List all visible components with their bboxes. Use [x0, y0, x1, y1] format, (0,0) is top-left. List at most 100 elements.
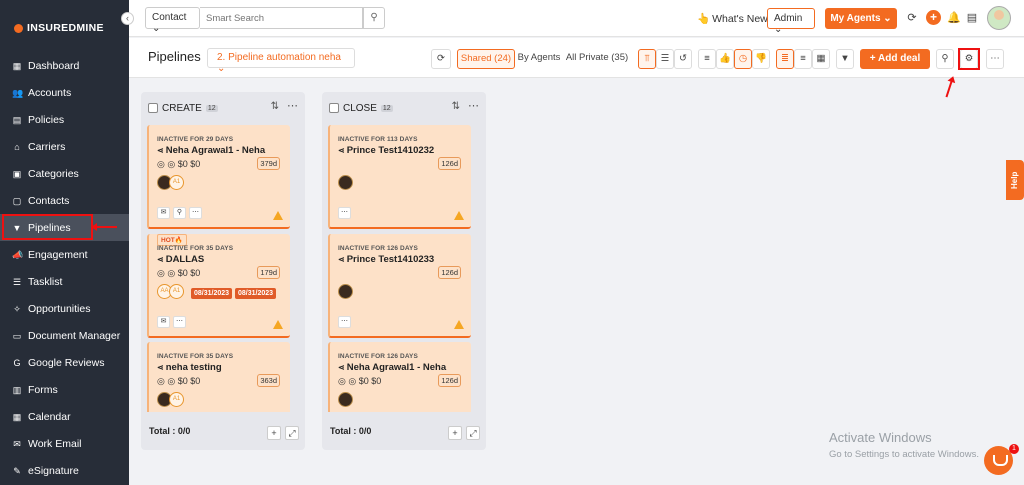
sort-icon[interactable]: ⇅ [271, 101, 279, 112]
avatar[interactable] [987, 6, 1011, 30]
pipeline-column-create: CREATE 12 ⇅ ⋯ INACTIVE FOR 29 DAYS ⋖ Neha… [141, 92, 305, 450]
search-icon[interactable]: ⚲ [363, 7, 385, 29]
more-icon[interactable]: ⋯ [189, 207, 202, 219]
sidebar-item-carriers[interactable]: ⌂ Carriers [0, 133, 129, 160]
sidebar-item-work-email[interactable]: ✉ Work Email [0, 430, 129, 457]
assignee-avatars [338, 392, 353, 407]
share-icon: ⋖ [157, 363, 164, 372]
sidebar: INSUREDMINE ▦ Dashboard 👥 Accounts ▤ Polici… [0, 0, 129, 485]
filter-icon[interactable]: ▼ [836, 49, 854, 69]
sidebar-item-forms[interactable]: ▥ Forms [0, 376, 129, 403]
deal-card[interactable]: INACTIVE FOR 113 DAYS ⋖ Prince Test141023… [328, 125, 471, 229]
search-icon[interactable]: ⚲ [936, 49, 954, 69]
sidebar-item-contacts[interactable]: ▢ Contacts [0, 187, 129, 214]
email-icon[interactable]: ✉ [157, 316, 170, 328]
avatar[interactable] [338, 284, 353, 299]
sidebar-item-calendar[interactable]: ▦ Calendar [0, 403, 129, 430]
location-icon[interactable]: ⚲ [173, 207, 186, 219]
sidebar-nav: ▦ Dashboard 👥 Accounts ▤ Policies ⌂ Carriers… [0, 52, 129, 484]
sidebar-item-document-manager[interactable]: ▭ Document Manager [0, 322, 129, 349]
deal-card[interactable]: INACTIVE FOR 29 DAYS ⋖ Neha Agrawal1 - Ne… [147, 125, 290, 229]
more-icon[interactable]: ⋯ [986, 49, 1004, 69]
calculator-icon[interactable]: ▤ [965, 11, 979, 25]
brand-logo[interactable]: INSUREDMINE [14, 22, 104, 34]
inactive-label: INACTIVE FOR 126 DAYS [338, 245, 418, 252]
column-select-checkbox[interactable] [148, 103, 158, 113]
sidebar-item-dashboard[interactable]: ▦ Dashboard [0, 52, 129, 79]
avatar[interactable] [338, 392, 353, 407]
smart-search-input[interactable] [200, 7, 363, 29]
add-card-icon[interactable]: + [448, 426, 462, 440]
email-icon[interactable]: ✉ [157, 207, 170, 219]
more-icon[interactable]: ⋯ [468, 99, 479, 112]
tab-by-agents[interactable]: By Agents [515, 49, 563, 69]
sidebar-item-policies[interactable]: ▤ Policies [0, 106, 129, 133]
watermark-title: Activate Windows [829, 430, 932, 445]
stack-icon[interactable]: ≡ [698, 49, 716, 69]
deal-name-text: DALLAS [165, 254, 205, 265]
deal-amount-text: $0 $0 [177, 268, 201, 278]
folder-icon: ▭ [12, 330, 22, 341]
deal-card[interactable]: INACTIVE FOR 35 DAYS ⋖ neha testing ◎ ◎ $… [147, 342, 290, 412]
sidebar-item-opportunities[interactable]: ✧ Opportunities [0, 295, 129, 322]
sidebar-item-engagement[interactable]: 📣 Engagement [0, 241, 129, 268]
card-actions: ✉ ⋯ [157, 316, 186, 328]
avatar[interactable] [338, 175, 353, 190]
sync-icon[interactable]: ⟳ [431, 49, 451, 69]
pipeline-view-icon[interactable]: ⫪ [638, 49, 656, 69]
more-icon[interactable]: ⋯ [287, 99, 298, 112]
deal-card[interactable]: HOT🔥 INACTIVE FOR 35 DAYS ⋖ DALLAS ◎ ◎ $0… [147, 234, 290, 338]
search-scope-select[interactable]: Contact ⌄ [145, 7, 200, 34]
pipeline-select[interactable]: 2. Pipeline automation neha ⌄ [207, 48, 355, 74]
email-icon: ✉ [13, 438, 21, 449]
share-icon: ⋖ [157, 146, 164, 155]
avatar[interactable]: A1 [169, 392, 184, 407]
help-tab[interactable]: Help [1006, 160, 1024, 200]
deal-amount: ◎ ◎ $0 $0 [338, 376, 382, 386]
sidebar-item-categories[interactable]: ▣ Categories [0, 160, 129, 187]
grid-view-icon[interactable]: ▦ [812, 49, 830, 69]
more-icon[interactable]: ⋯ [173, 316, 186, 328]
warning-icon [273, 320, 283, 329]
list-view-icon[interactable]: ☰ [656, 49, 674, 69]
avatar[interactable]: A1 [169, 284, 184, 299]
expand-icon[interactable]: ⤢ [285, 426, 299, 440]
avatar[interactable]: A1 [169, 175, 184, 190]
my-agents-button[interactable]: My Agents ⌄ [825, 8, 897, 29]
sort-icon[interactable]: ⇅ [452, 101, 460, 112]
sidebar-item-google-reviews[interactable]: G Google Reviews [0, 349, 129, 376]
tab-shared[interactable]: Shared (24) [457, 49, 515, 69]
plus-icon[interactable]: + [926, 10, 941, 25]
sidebar-item-accounts[interactable]: 👥 Accounts [0, 79, 129, 106]
tab-all-private[interactable]: All Private (35) [563, 49, 631, 69]
add-deal-button[interactable]: + Add deal [860, 49, 930, 69]
bell-icon[interactable]: 🔔 [947, 11, 961, 25]
thumbs-down-icon[interactable]: 👎 [752, 49, 770, 69]
thumbs-up-icon[interactable]: 👍 [716, 49, 734, 69]
compact-view-icon[interactable]: ≣ [776, 49, 794, 69]
more-icon[interactable]: ⋯ [338, 207, 351, 219]
deal-card[interactable]: INACTIVE FOR 126 DAYS ⋖ Prince Test141023… [328, 234, 471, 338]
contacts-icon: ▢ [12, 195, 22, 206]
page-title: Pipelines [148, 49, 201, 64]
admin-select[interactable]: Admin ⌄ [767, 8, 815, 35]
days-badge: 126d [438, 266, 461, 279]
condensed-view-icon[interactable]: ≡ [794, 49, 812, 69]
history-icon[interactable]: ↺ [674, 49, 692, 69]
more-icon[interactable]: ⋯ [338, 316, 351, 328]
deal-card[interactable]: INACTIVE FOR 126 DAYS ⋖ Neha Agrawal1 - N… [328, 342, 471, 412]
refresh-icon[interactable]: ⟳ [905, 11, 919, 25]
column-select-checkbox[interactable] [329, 103, 339, 113]
sidebar-item-tasklist[interactable]: ☰ Tasklist [0, 268, 129, 295]
expand-icon[interactable]: ⤢ [466, 426, 480, 440]
column-total: Total : 0/0 [330, 426, 372, 436]
clock-icon[interactable]: ◷ [734, 49, 752, 69]
add-card-icon[interactable]: + [267, 426, 281, 440]
sidebar-item-esignature[interactable]: ✎ eSignature [0, 457, 129, 484]
chevron-left-icon[interactable]: ‹ [121, 12, 134, 25]
sidebar-item-label: Document Manager [28, 329, 121, 342]
deal-name: ⋖ Prince Test1410233 [338, 254, 434, 265]
warning-icon [273, 211, 283, 220]
whats-new-link[interactable]: 👆 What's New [697, 12, 768, 25]
date-tag: 08/31/2023 [235, 288, 277, 299]
